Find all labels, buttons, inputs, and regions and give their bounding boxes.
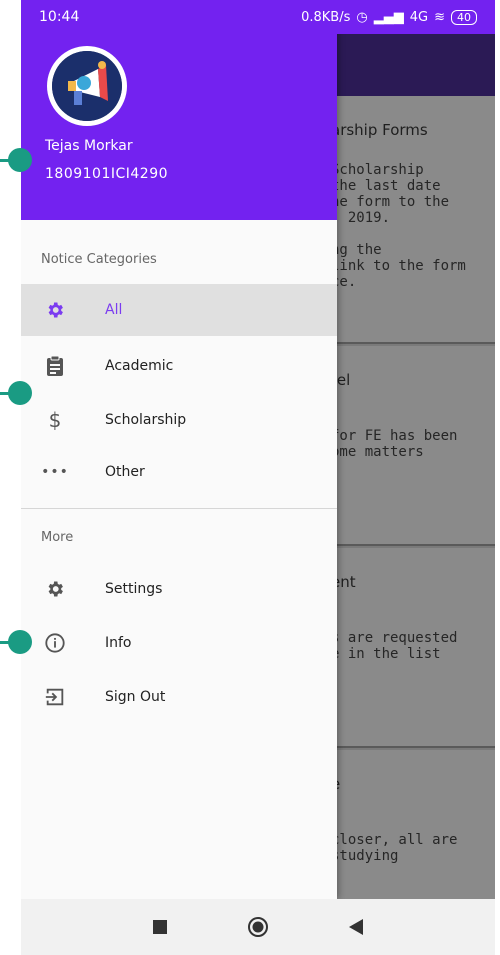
status-bar: 10:44 0.8KB/s ◷ ▂▄▆ 4G ≋ 40 — [21, 0, 495, 34]
gear-icon — [43, 577, 67, 601]
megaphone-icon — [52, 51, 122, 121]
battery-icon: 40 — [451, 9, 477, 25]
network-type: 4G — [409, 9, 429, 25]
notice-card-body: s are requested e in the list — [331, 630, 458, 662]
section-title-notice-categories: Notice Categories — [41, 252, 157, 267]
avatar[interactable] — [47, 46, 127, 126]
notice-card-title: e — [331, 776, 495, 792]
home-button[interactable] — [243, 912, 273, 942]
clipboard-icon — [43, 354, 67, 378]
notice-card-title: tel — [331, 371, 351, 389]
drawer-header: Tejas Morkar 1809101ICI4290 — [21, 34, 337, 220]
notice-card-2[interactable]: tel for FE has been ome matters — [327, 346, 495, 546]
menu-item-sign-out[interactable]: Sign Out — [21, 671, 337, 723]
network-speed: 0.8KB/s — [301, 9, 351, 25]
system-navigation-bar — [21, 899, 495, 955]
annotation-dot-3 — [8, 630, 32, 654]
menu-label-scholarship: Scholarship — [105, 412, 187, 428]
notice-card-body: closer, all are studying — [331, 832, 458, 864]
annotation-dot-1 — [8, 148, 32, 172]
user-id: 1809101ICI4290 — [45, 166, 169, 182]
status-indicators: 0.8KB/s ◷ ▂▄▆ 4G ≋ 40 — [301, 9, 477, 25]
menu-item-settings[interactable]: Settings — [21, 563, 337, 615]
notice-card-title: arship Forms — [331, 121, 428, 139]
signal-icon: ▂▄▆ — [373, 9, 404, 25]
menu-item-scholarship[interactable]: $ Scholarship — [21, 394, 337, 446]
notice-card-body: for FE has been ome matters — [331, 428, 458, 460]
notice-card-body: Scholarship the last date he form to the… — [331, 162, 466, 290]
info-icon — [43, 631, 67, 655]
back-button[interactable] — [341, 912, 371, 942]
menu-label-other: Other — [105, 464, 145, 480]
status-time: 10:44 — [39, 9, 80, 25]
menu-item-info[interactable]: Info — [21, 617, 337, 669]
wifi-icon: ≋ — [434, 9, 445, 25]
menu-label-academic: Academic — [105, 358, 174, 374]
menu-label-all: All — [105, 302, 123, 318]
notice-card-title: ent — [331, 573, 356, 591]
annotation-dot-2 — [8, 381, 32, 405]
user-name: Tejas Morkar — [45, 138, 133, 154]
gear-icon — [43, 298, 67, 322]
menu-item-all[interactable]: All — [21, 284, 337, 336]
phone-screen: 10:44 0.8KB/s ◷ ▂▄▆ 4G ≋ 40 arship Forms… — [21, 0, 495, 955]
notice-card-1[interactable]: arship Forms Scholarship the last date h… — [327, 96, 495, 344]
alarm-icon: ◷ — [356, 9, 368, 25]
menu-item-academic[interactable]: Academic — [21, 340, 337, 392]
menu-label-settings: Settings — [105, 581, 163, 597]
drawer-divider — [21, 508, 337, 509]
more-horizontal-icon: ••• — [41, 464, 69, 480]
menu-label-sign-out: Sign Out — [105, 689, 166, 705]
recents-button[interactable] — [145, 912, 175, 942]
notice-card-4[interactable]: e closer, all are studying — [327, 750, 495, 910]
sign-out-icon — [43, 685, 67, 709]
menu-item-other[interactable]: ••• Other — [21, 446, 337, 498]
navigation-drawer: Tejas Morkar 1809101ICI4290 Notice Categ… — [21, 0, 337, 899]
notice-card-3[interactable]: ent s are requested e in the list — [327, 548, 495, 748]
section-title-more: More — [41, 530, 74, 545]
menu-label-info: Info — [105, 635, 132, 651]
dollar-icon: $ — [48, 408, 62, 432]
